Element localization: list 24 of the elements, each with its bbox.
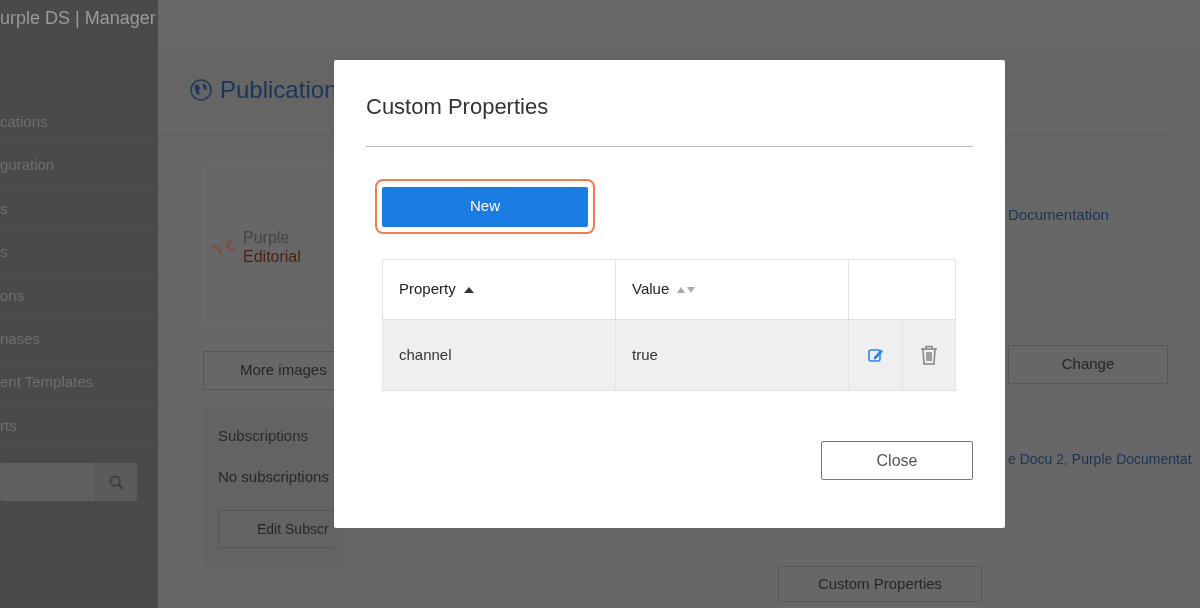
- globe-icon: [190, 78, 212, 101]
- trash-icon: [920, 345, 938, 365]
- logo-text: Editorial: [243, 247, 301, 266]
- empty-text: No subscriptions: [218, 466, 330, 487]
- documentation-link[interactable]: Documentation: [1008, 204, 1192, 227]
- edit-icon: [867, 348, 884, 362]
- search-button[interactable]: [95, 463, 137, 502]
- column-header[interactable]: Property: [383, 260, 616, 319]
- column-header[interactable]: Value: [616, 260, 849, 319]
- delete-button[interactable]: [920, 345, 938, 365]
- subscriptions-title: Subscriptions: [218, 426, 310, 446]
- edit-button[interactable]: [867, 348, 884, 362]
- edit-subscription-button[interactable]: Edit Subscr: [218, 510, 334, 548]
- change-button[interactable]: Change: [1008, 344, 1168, 384]
- search-icon: [109, 474, 124, 490]
- new-button[interactable]: New: [382, 186, 588, 227]
- custom-properties-button[interactable]: Custom Properties: [778, 566, 982, 602]
- linked-publications: e Docu 2, Purple Documentat: [1008, 449, 1192, 469]
- table-cell: true: [616, 320, 849, 390]
- table-cell: channel: [383, 320, 616, 390]
- app-title: urple DS | Manager: [0, 7, 157, 30]
- page-title: Publication: [220, 74, 338, 105]
- dialog-title: Custom Properties: [366, 93, 550, 121]
- close-button[interactable]: Close: [821, 441, 973, 480]
